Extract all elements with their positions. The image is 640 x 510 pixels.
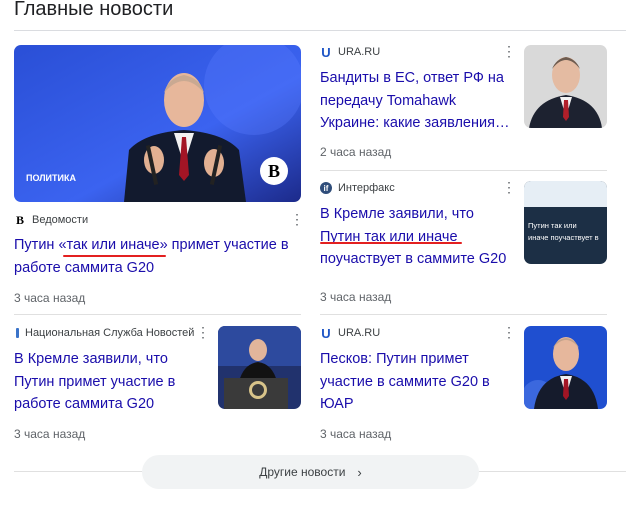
news-thumbnail[interactable] (524, 326, 607, 409)
source-nsn[interactable]: Национальная Служба Новостей (14, 326, 194, 340)
section-title: Главные новости (14, 0, 174, 20)
ura-logo-icon: U (321, 325, 331, 341)
news-time: 2 часа назад (320, 145, 392, 159)
news-time: 3 часа назад (320, 427, 392, 441)
card-divider (320, 314, 607, 315)
news-thumbnail[interactable] (524, 45, 607, 128)
news-headline[interactable]: Песков: Путин примет участие в саммите G… (320, 348, 510, 416)
main-news-card[interactable]: ПОЛИТИКА B B Ведомости ⋮ Путин «так или … (14, 45, 304, 310)
vedomosti-image-logo: B (260, 157, 288, 185)
news-time: 3 часа назад (14, 291, 86, 305)
thumbnail-caption-1: Путин так или (528, 221, 577, 230)
red-underline-annotation (320, 242, 462, 244)
nsn-logo-icon (16, 328, 19, 338)
more-vert-icon[interactable]: ⋮ (196, 324, 210, 341)
news-headline[interactable]: В Кремле заявили, что Путин примет участ… (14, 348, 204, 416)
news-card-ura-2[interactable]: U URA.RU ⋮ Песков: Путин примет участие … (320, 324, 607, 444)
source-name: URA.RU (338, 327, 381, 339)
source-interfax[interactable]: if Интерфакс (320, 181, 395, 195)
more-news-button[interactable]: Другие новости › (142, 455, 479, 489)
chevron-right-icon: › (357, 464, 362, 480)
news-thumbnail[interactable]: Путин так или иначе поучаствует в (524, 181, 607, 264)
card-divider (14, 314, 301, 315)
news-time: 3 часа назад (14, 427, 86, 441)
source-vedomosti[interactable]: B Ведомости (14, 213, 88, 227)
source-name: Национальная Служба Новостей (25, 327, 195, 339)
more-news-label: Другие новости (259, 465, 346, 479)
more-vert-icon[interactable]: ⋮ (502, 43, 516, 60)
ura-logo-icon: U (321, 44, 331, 60)
source-name: URA.RU (338, 46, 381, 58)
source-name: Интерфакс (338, 182, 395, 194)
thumbnail-caption-2: иначе поучаствует в (528, 233, 599, 242)
top-divider (14, 30, 626, 31)
image-category-badge: ПОЛИТИКА (26, 173, 76, 183)
card-divider (320, 170, 607, 171)
vedomosti-logo-icon: B (15, 212, 24, 227)
more-vert-icon[interactable]: ⋮ (502, 179, 516, 196)
more-vert-icon[interactable]: ⋮ (290, 211, 304, 228)
thumbnail-top-band (524, 181, 607, 207)
news-card-ura-1[interactable]: U URA.RU ⋮ Бандиты в ЕС, ответ РФ на пер… (320, 43, 607, 165)
source-name: Ведомости (32, 214, 89, 226)
news-headline[interactable]: Бандиты в ЕС, ответ РФ на передачу Tomah… (320, 67, 516, 135)
source-ura-ru[interactable]: U URA.RU (320, 325, 381, 341)
news-time: 3 часа назад (320, 290, 392, 304)
interfax-logo-icon: if (320, 182, 332, 194)
source-ura-ru[interactable]: U URA.RU (320, 44, 381, 60)
more-vert-icon[interactable]: ⋮ (502, 324, 516, 341)
main-news-image[interactable]: ПОЛИТИКА B (14, 45, 301, 202)
news-thumbnail[interactable] (218, 326, 301, 409)
news-card-nsn[interactable]: Национальная Служба Новостей ⋮ В Кремле … (14, 324, 301, 444)
red-underline-annotation (63, 255, 166, 257)
news-headline[interactable]: В Кремле заявили, что Путин так или инач… (320, 203, 516, 271)
